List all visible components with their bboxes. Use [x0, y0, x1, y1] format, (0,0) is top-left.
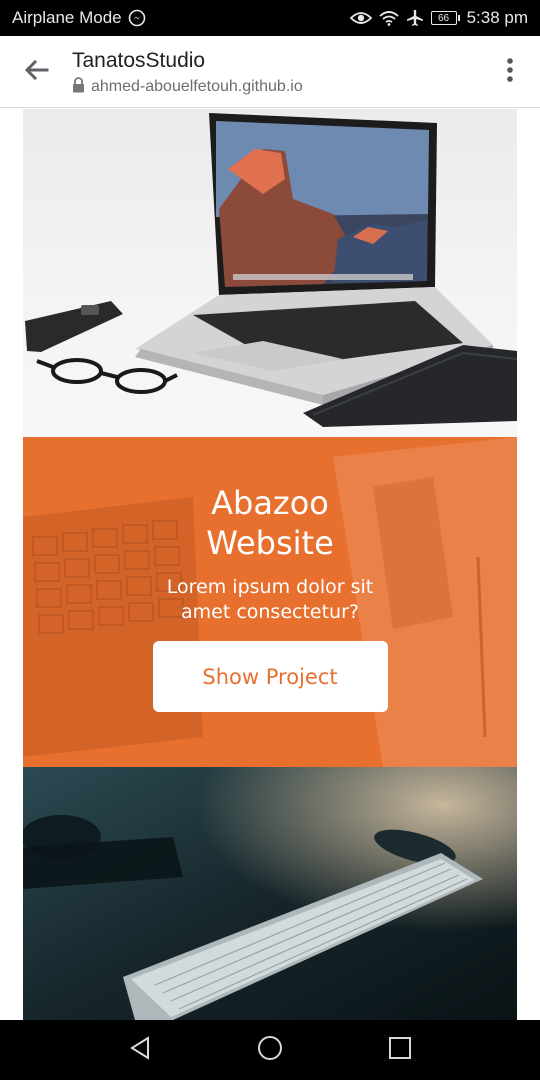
- page-info[interactable]: TanatosStudio ahmed-abouelfetouh.github.…: [72, 46, 480, 98]
- battery-icon: 66: [430, 11, 460, 25]
- status-bar: Airplane Mode 66 5:38 pm: [0, 0, 540, 36]
- keyboard-photo: [23, 767, 517, 1020]
- nav-recents-button[interactable]: [375, 1025, 425, 1075]
- battery-level: 66: [438, 12, 450, 24]
- recents-square-icon: [388, 1036, 412, 1064]
- project-description: Lorem ipsum dolor sit amet consectetur?: [166, 576, 374, 623]
- eye-icon: [349, 10, 372, 26]
- back-arrow-icon: [23, 59, 49, 85]
- glasses-illustration: [36, 358, 178, 394]
- status-left: Airplane Mode: [12, 8, 146, 28]
- laptop-photo: [23, 109, 517, 437]
- status-time: 5:38 pm: [466, 8, 528, 27]
- airplane-mode-label: Airplane Mode: [12, 8, 122, 27]
- project-title: Abazoo Website: [206, 484, 334, 562]
- status-right: 66 5:38 pm: [349, 8, 528, 28]
- browser-toolbar: TanatosStudio ahmed-abouelfetouh.github.…: [0, 36, 540, 108]
- page-title: TanatosStudio: [72, 48, 206, 72]
- system-nav-bar: [0, 1020, 540, 1080]
- phone-illustration: [25, 301, 123, 352]
- airplane-icon: [406, 9, 424, 27]
- url-row: ahmed-abouelfetouh.github.io: [72, 76, 480, 98]
- lock-icon: [72, 76, 85, 98]
- back-button[interactable]: [0, 36, 72, 108]
- wifi-icon: [378, 10, 399, 26]
- page-content[interactable]: Abazoo Website Lorem ipsum dolor sit ame…: [0, 109, 540, 1020]
- more-vert-icon: [506, 57, 514, 87]
- more-menu-button[interactable]: [480, 36, 540, 108]
- project-card: Abazoo Website Lorem ipsum dolor sit ame…: [23, 437, 517, 767]
- back-triangle-icon: [129, 1036, 151, 1064]
- show-project-button[interactable]: Show Project: [152, 641, 388, 712]
- messenger-icon: [128, 9, 146, 27]
- home-circle-icon: [257, 1035, 283, 1065]
- nav-back-button[interactable]: [115, 1025, 165, 1075]
- nav-home-button[interactable]: [245, 1025, 295, 1075]
- url-text: ahmed-abouelfetouh.github.io: [91, 78, 303, 95]
- project-card-content: Abazoo Website Lorem ipsum dolor sit ame…: [23, 437, 517, 767]
